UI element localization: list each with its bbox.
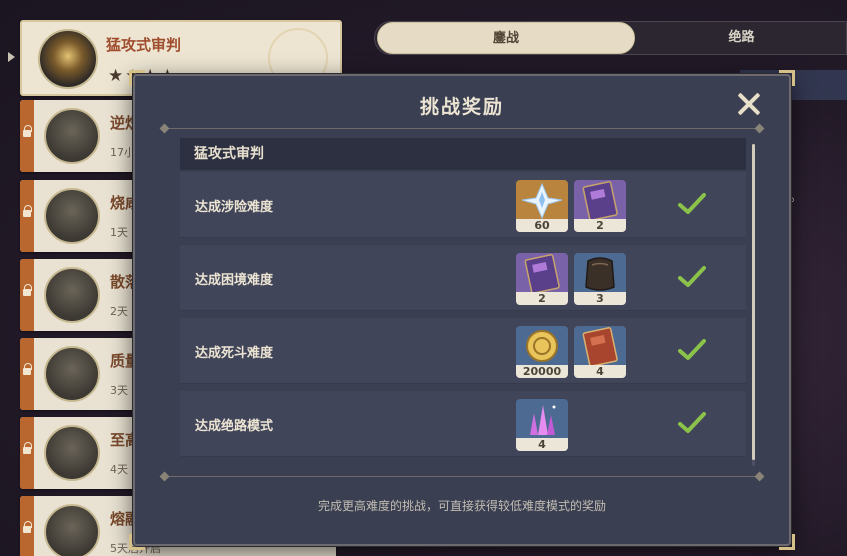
reward-row: 达成涉险难度 60 2 [180,172,746,238]
divider-diamond-icon [754,123,765,134]
rewards-modal: 挑战奖励 猛攻式审判 达成涉险难度 60 2 达成困境难度 2 3 达成死斗难度… [129,70,795,550]
lock-bar [20,496,34,556]
reward-condition: 达成绝路模式 [195,419,274,434]
divider [159,123,765,134]
boss-avatar-icon [38,29,98,89]
boss-avatar-icon [44,504,100,556]
challenge-unlock-time: 4天 [110,463,128,476]
side-arrow-icon[interactable] [8,52,15,62]
check-icon [677,192,707,216]
divider-diamond-icon [159,471,170,482]
section-title: 猛攻式审判 [180,138,746,170]
tab-selected[interactable]: 鏖战 [377,22,635,54]
challenge-unlock-time: 17小 [110,146,135,159]
challenge-unlock-time: 3天 [110,384,128,397]
corner-ornament-icon [129,534,145,550]
lock-icon [23,125,32,137]
boss-avatar-icon [44,346,100,402]
boss-avatar-icon [44,108,100,164]
lock-bar [20,338,34,410]
purple-book-icon[interactable]: 2 [516,253,568,305]
boss-avatar-icon [44,267,100,323]
challenge-unlock-time: 1天 [110,226,128,239]
red-book-icon[interactable]: 4 [574,326,626,378]
divider-diamond-icon [754,471,765,482]
footer-note: 完成更高难度的挑战，可直接获得较低难度模式的奖励 [317,499,606,513]
scrollbar[interactable] [752,144,755,466]
mora-coin-icon[interactable]: 20000 [516,326,568,378]
modal-title: 挑战奖励 [419,96,504,118]
purple-book-icon[interactable]: 2 [574,180,626,232]
lock-bar [20,259,34,331]
boss-avatar-icon [44,425,100,481]
challenge-title: 猛攻式审判 [106,36,182,54]
lock-icon [23,521,32,533]
reward-row: 达成死斗难度 20000 4 [180,318,746,384]
item-quantity: 2 [516,292,568,305]
difficulty-tabs: 鏖战 绝路 [374,21,847,55]
item-quantity: 20000 [516,365,568,378]
lock-icon [23,284,32,296]
item-quantity: 2 [574,219,626,232]
lock-bar [20,180,34,252]
reward-condition: 达成困境难度 [195,273,274,288]
primogem-icon[interactable]: 60 [516,180,568,232]
challenge-unlock-time: 2天 [110,305,128,318]
tab-unselected[interactable]: 绝路 [635,22,847,54]
lock-icon [23,363,32,375]
check-icon [677,338,707,362]
divider-diamond-icon [159,123,170,134]
boss-avatar-icon [44,188,100,244]
reward-condition: 达成死斗难度 [195,346,274,361]
lock-icon [23,442,32,454]
lock-bar [20,100,34,172]
reward-condition: 达成涉险难度 [195,200,274,215]
material-pouch-icon[interactable]: 3 [574,253,626,305]
scrollbar-thumb[interactable] [752,144,755,460]
item-quantity: 60 [516,219,568,232]
item-quantity: 4 [574,365,626,378]
crystal-cluster-icon[interactable]: 4 [516,399,568,451]
check-icon [677,265,707,289]
corner-ornament-icon [129,70,145,86]
check-icon [677,411,707,435]
corner-ornament-icon [779,534,795,550]
lock-bar [20,417,34,489]
item-quantity: 3 [574,292,626,305]
reward-row: 达成困境难度 2 3 [180,245,746,311]
reward-row: 达成绝路模式 4 [180,391,746,457]
item-quantity: 4 [516,438,568,451]
close-icon[interactable] [737,92,761,116]
lock-icon [23,205,32,217]
divider [159,471,765,482]
corner-ornament-icon [779,70,795,86]
